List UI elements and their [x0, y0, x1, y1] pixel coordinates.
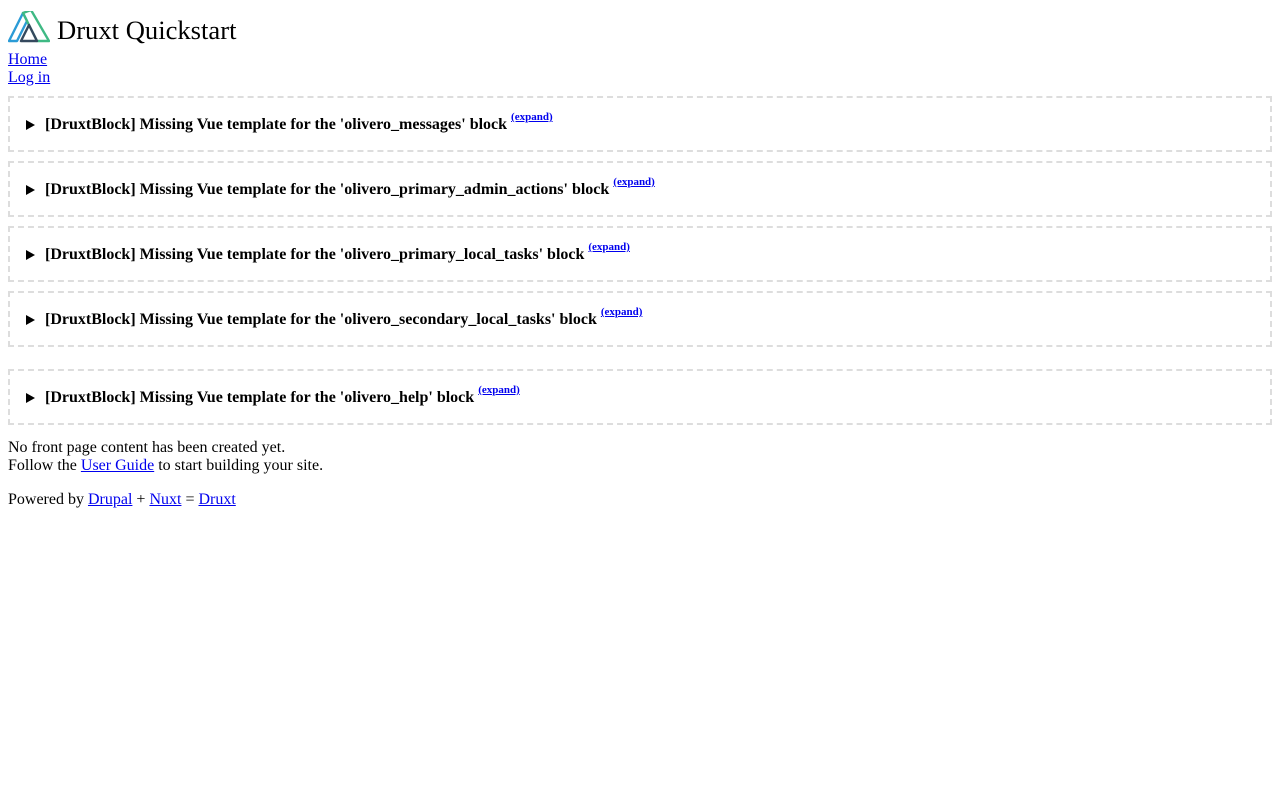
block-summary[interactable]: [DruxtBlock] Missing Vue template for th… — [26, 241, 630, 264]
block-message: [DruxtBlock] Missing Vue template for th… — [45, 116, 508, 133]
block-summary[interactable]: [DruxtBlock] Missing Vue template for th… — [26, 176, 655, 199]
druxt-block-olivero-help[interactable]: [DruxtBlock] Missing Vue template for th… — [8, 369, 1272, 425]
druxt-block-olivero-messages[interactable]: [DruxtBlock] Missing Vue template for th… — [8, 96, 1272, 152]
expand-link[interactable]: (expand) — [478, 384, 520, 396]
nav-link-log-in[interactable]: Log in — [8, 69, 1272, 87]
block-message: [DruxtBlock] Missing Vue template for th… — [45, 181, 610, 198]
page: Druxt Quickstart Home Log in [DruxtBlock… — [0, 0, 1280, 517]
site-header: Druxt Quickstart — [7, 8, 1272, 48]
disclosure-triangle-icon[interactable] — [26, 315, 35, 325]
druxt-link[interactable]: Druxt — [198, 491, 235, 508]
equals-sign: = — [185, 491, 195, 508]
follow-guide-line: Follow the User Guide to start building … — [8, 457, 1272, 475]
main-nav: Home Log in — [8, 51, 1272, 87]
block-message: [DruxtBlock] Missing Vue template for th… — [45, 246, 585, 263]
disclosure-triangle-icon[interactable] — [26, 250, 35, 260]
follow-suffix: to start building your site. — [158, 457, 324, 474]
nuxt-link[interactable]: Nuxt — [149, 491, 181, 508]
nav-link-home[interactable]: Home — [8, 51, 1272, 69]
expand-link[interactable]: (expand) — [588, 241, 630, 253]
drupal-link[interactable]: Drupal — [88, 491, 132, 508]
site-footer: Powered by Drupal + Nuxt = Druxt — [8, 491, 1272, 509]
disclosure-triangle-icon[interactable] — [26, 185, 35, 195]
expand-link[interactable]: (expand) — [511, 111, 553, 123]
expand-link[interactable]: (expand) — [613, 176, 655, 188]
site-title: Druxt Quickstart — [57, 15, 237, 45]
no-content-message: No front page content has been created y… — [8, 439, 286, 456]
disclosure-triangle-icon[interactable] — [26, 393, 35, 403]
druxt-logo-icon — [7, 8, 51, 43]
block-summary[interactable]: [DruxtBlock] Missing Vue template for th… — [26, 306, 642, 329]
block-list: [DruxtBlock] Missing Vue template for th… — [8, 96, 1272, 425]
druxt-block-olivero-secondary-local-tasks[interactable]: [DruxtBlock] Missing Vue template for th… — [8, 291, 1272, 347]
block-message: [DruxtBlock] Missing Vue template for th… — [45, 311, 597, 328]
druxt-block-olivero-primary-local-tasks[interactable]: [DruxtBlock] Missing Vue template for th… — [8, 226, 1272, 282]
follow-prefix: Follow the — [8, 457, 77, 474]
main-content: No front page content has been created y… — [8, 439, 1272, 475]
plus-sign: + — [136, 491, 146, 508]
disclosure-triangle-icon[interactable] — [26, 120, 35, 130]
druxt-block-olivero-primary-admin-actions[interactable]: [DruxtBlock] Missing Vue template for th… — [8, 161, 1272, 217]
powered-by-label: Powered by — [8, 491, 84, 508]
block-summary[interactable]: [DruxtBlock] Missing Vue template for th… — [26, 111, 553, 134]
block-message: [DruxtBlock] Missing Vue template for th… — [45, 389, 475, 406]
block-summary[interactable]: [DruxtBlock] Missing Vue template for th… — [26, 384, 520, 407]
user-guide-link[interactable]: User Guide — [81, 457, 154, 474]
expand-link[interactable]: (expand) — [601, 306, 643, 318]
